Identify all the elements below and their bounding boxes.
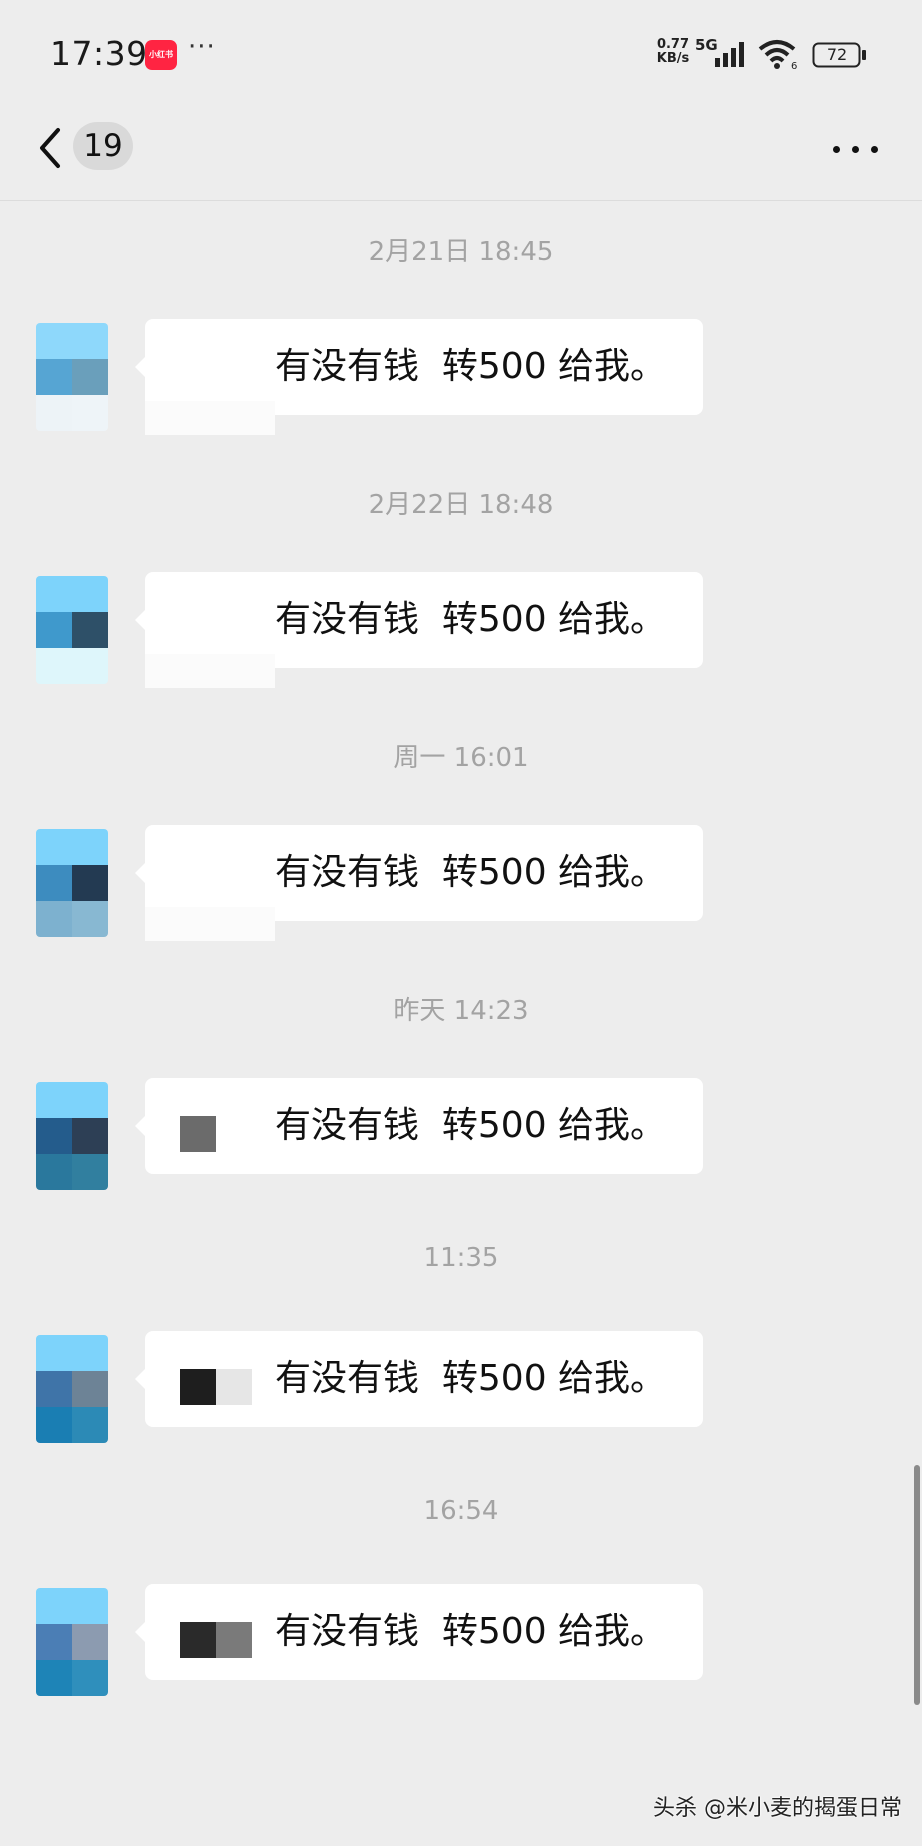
message-text: 有没有钱 转500 给我。 — [275, 1358, 667, 1399]
avatar-pixel — [36, 612, 72, 648]
more-notifications-icon: ··· — [188, 32, 216, 62]
avatar-pixel — [72, 612, 108, 648]
avatar-pixel — [36, 1407, 72, 1443]
avatar-pixel — [72, 1588, 108, 1624]
network-speed: 0.77 KB/s — [656, 37, 690, 66]
wifi-label: 6 — [791, 61, 797, 70]
message-text: 有没有钱 转500 给我。 — [275, 346, 667, 387]
message-bubble[interactable]: 有没有钱 转500 给我。 — [135, 1078, 703, 1174]
message-timestamp: 11:35 — [423, 1243, 499, 1273]
app-notification-icon: 小红书 — [145, 40, 177, 70]
redacted-text — [180, 1116, 216, 1152]
chat-header: 19 — [0, 100, 922, 201]
message-text: 有没有钱 转500 给我。 — [275, 1611, 667, 1652]
avatar-pixel — [36, 1624, 72, 1660]
watermark: 头杀 @米小麦的揭蛋日常 — [653, 1796, 902, 1821]
avatar-pixel — [72, 1082, 108, 1118]
redaction-block — [216, 1369, 252, 1405]
avatar-pixel — [72, 829, 108, 865]
avatar-pixel — [36, 901, 72, 937]
avatar-pixel — [36, 395, 72, 431]
signal-icon — [715, 42, 744, 67]
message-timestamp: 16:54 — [423, 1496, 499, 1526]
avatar-pixel — [36, 1082, 72, 1118]
status-time: 17:39 — [50, 34, 148, 73]
back-button[interactable] — [30, 120, 70, 180]
bubble-tail — [135, 1369, 145, 1389]
avatar-pixel — [72, 1624, 108, 1660]
message-group: 周一 16:01 有没有钱 转500 给我。 — [0, 707, 922, 960]
avatar-pixel — [72, 1660, 108, 1696]
avatar-pixel — [72, 901, 108, 937]
message-timestamp: 周一 16:01 — [393, 743, 529, 773]
more-horizontal-icon — [833, 146, 840, 153]
avatar-pixel — [72, 1154, 108, 1190]
avatar-pixel — [36, 1588, 72, 1624]
redaction-block — [180, 1369, 216, 1405]
blurred-overlay — [145, 654, 275, 688]
avatar-pixel — [72, 395, 108, 431]
avatar-pixel — [72, 323, 108, 359]
avatar[interactable] — [36, 1082, 108, 1190]
avatar-pixel — [72, 1335, 108, 1371]
status-bar: 17:39 小红书 ··· 0.77 KB/s 5G 6 72 — [0, 0, 922, 100]
redaction-block — [180, 1116, 216, 1152]
battery-level: 72 — [826, 45, 848, 64]
avatar-pixel — [72, 865, 108, 901]
more-dot — [852, 146, 859, 153]
redacted-text — [180, 1369, 252, 1405]
avatar[interactable] — [36, 323, 108, 431]
wifi-icon: 6 — [758, 40, 797, 70]
avatar[interactable] — [36, 1588, 108, 1696]
avatar-pixel — [36, 648, 72, 684]
avatar-pixel — [36, 1660, 72, 1696]
avatar-pixel — [72, 1407, 108, 1443]
avatar-pixel — [72, 576, 108, 612]
avatar[interactable] — [36, 1335, 108, 1443]
message-text: 有没有钱 转500 给我。 — [275, 1105, 667, 1146]
bubble-tail — [135, 863, 145, 883]
avatar-pixel — [36, 359, 72, 395]
message-list[interactable]: 2月21日 18:45 有没有钱 转500 给我。 2月22日 18:48 有没有钱 … — [0, 201, 922, 1846]
message-bubble[interactable]: 有没有钱 转500 给我。 — [135, 1331, 703, 1427]
avatar-pixel — [36, 1118, 72, 1154]
redaction-block — [216, 1622, 252, 1658]
scrollbar[interactable] — [914, 1465, 920, 1705]
avatar-pixel — [72, 1371, 108, 1407]
message-timestamp: 2月22日 18:48 — [368, 490, 554, 520]
avatar-pixel — [72, 648, 108, 684]
avatar-pixel — [36, 1154, 72, 1190]
redacted-text — [180, 1622, 252, 1658]
unread-count-badge[interactable]: 19 — [73, 122, 133, 170]
avatar[interactable] — [36, 829, 108, 937]
bubble-tail — [135, 1622, 145, 1642]
message-group: 2月21日 18:45 有没有钱 转500 给我。 — [0, 201, 922, 454]
avatar-pixel — [36, 1335, 72, 1371]
more-dot — [871, 146, 878, 153]
avatar-pixel — [36, 865, 72, 901]
avatar-pixel — [36, 829, 72, 865]
message-timestamp: 2月21日 18:45 — [368, 237, 554, 267]
message-text: 有没有钱 转500 给我。 — [275, 852, 667, 893]
avatar-pixel — [72, 359, 108, 395]
blurred-overlay — [145, 907, 275, 941]
avatar-pixel — [36, 576, 72, 612]
redaction-block — [180, 1622, 216, 1658]
message-group: 2月22日 18:48 有没有钱 转500 给我。 — [0, 454, 922, 707]
message-group: 11:35 有没有钱 转500 给我。 — [0, 1213, 922, 1466]
avatar-pixel — [72, 1118, 108, 1154]
avatar-pixel — [36, 1371, 72, 1407]
message-text: 有没有钱 转500 给我。 — [275, 599, 667, 640]
bubble-tail — [135, 357, 145, 377]
message-group: 昨天 14:23 有没有钱 转500 给我。 — [0, 960, 922, 1213]
message-bubble[interactable]: 有没有钱 转500 给我。 — [135, 1584, 703, 1680]
more-options-button[interactable] — [830, 130, 882, 170]
message-timestamp: 昨天 14:23 — [393, 996, 529, 1026]
bubble-tail — [135, 610, 145, 630]
bubble-tail — [135, 1116, 145, 1136]
message-group: 16:54 有没有钱 转500 给我。 — [0, 1466, 922, 1719]
avatar[interactable] — [36, 576, 108, 684]
avatar-pixel — [36, 323, 72, 359]
blurred-overlay — [145, 401, 275, 435]
